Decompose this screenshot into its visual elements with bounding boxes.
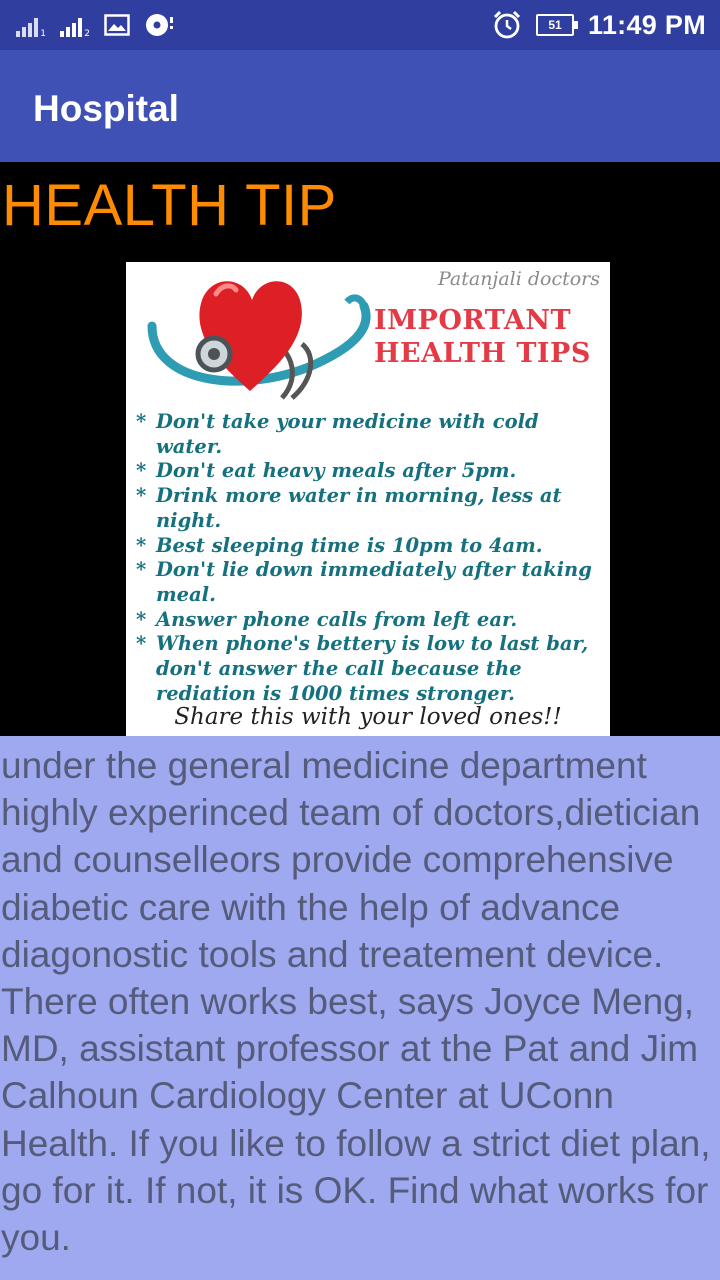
description-panel: under the general medicine department hi… xyxy=(0,736,720,1280)
status-icons-left: 1 2 xyxy=(16,10,178,40)
app-title: Hospital xyxy=(33,88,179,129)
status-icons-right: 51 11:49 PM xyxy=(492,8,706,42)
tip-item: Drink more water in morning, less at nig… xyxy=(134,484,604,533)
status-time: 11:49 PM xyxy=(588,9,706,40)
description-text: under the general medicine department hi… xyxy=(1,745,711,1259)
tip-item: Don't take your medicine with cold water… xyxy=(134,410,604,459)
tip-item: Don't lie down immediately after taking … xyxy=(134,558,604,607)
image-title: IMPORTANT HEALTH TIPS xyxy=(374,305,591,369)
battery-icon: 51 xyxy=(536,14,579,36)
tip-item: Don't eat heavy meals after 5pm. xyxy=(134,459,604,484)
tips-list: Don't take your medicine with cold water… xyxy=(134,410,604,706)
status-bar: 1 2 51 11:49 PM xyxy=(0,0,720,50)
sim2-label: 2 xyxy=(84,29,90,39)
app-bar: Hospital xyxy=(0,50,720,162)
signal-sim1-icon: 1 xyxy=(16,13,46,39)
tip-item: When phone's bettery is low to last bar,… xyxy=(134,632,604,706)
health-tips-image: Patanjali doctors IMPORTANT HEALTH TIPS … xyxy=(126,262,610,736)
tip-item: Best sleeping time is 10pm to 4am. xyxy=(134,534,604,559)
sync-disc-icon xyxy=(146,14,173,36)
image-footer: Share this with your loved ones!! xyxy=(174,704,562,730)
tip-item: Answer phone calls from left ear. xyxy=(134,608,604,633)
gallery-icon xyxy=(104,14,130,36)
signal-sim2-icon: 2 xyxy=(60,13,90,39)
sim1-label: 1 xyxy=(40,29,46,39)
alarm-clock-icon xyxy=(493,10,521,39)
heart-stethoscope-icon xyxy=(147,281,371,400)
health-tip-heading: HEALTH TIP xyxy=(2,173,337,238)
image-watermark: Patanjali doctors xyxy=(437,268,600,290)
